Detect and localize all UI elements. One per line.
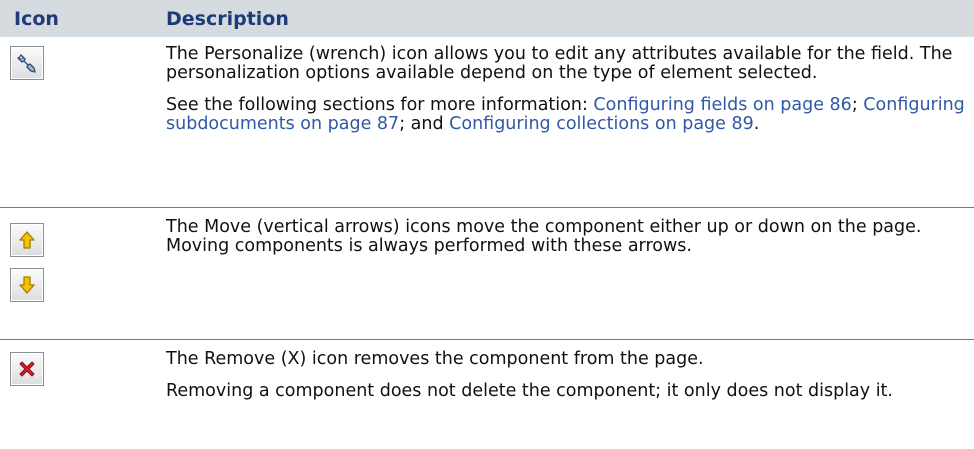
- icon-description-table: Icon Description The Personalize (wrench…: [0, 0, 974, 449]
- icon-cell-move: [0, 207, 152, 339]
- arrow-up-icon: [10, 222, 44, 257]
- desc-cell-remove: The Remove (X) icon removes the componen…: [152, 339, 974, 449]
- move-description: The Move (vertical arrows) icons move th…: [166, 216, 922, 256]
- see-also-end: .: [753, 114, 760, 134]
- personalize-see-also: See the following sections for more info…: [166, 96, 966, 134]
- link-configuring-collections[interactable]: Configuring collections on page 89: [449, 114, 754, 134]
- see-also-lead: See the following sections for more info…: [166, 95, 594, 115]
- arrow-down-icon: [10, 267, 44, 302]
- header-icon: Icon: [14, 7, 59, 30]
- icon-cell-remove: [0, 339, 152, 449]
- table-header-row: Icon Description: [0, 0, 974, 37]
- table-row-personalize: The Personalize (wrench) icon allows you…: [0, 37, 974, 207]
- icon-cell-personalize: [0, 37, 152, 207]
- header-description: Description: [166, 7, 289, 30]
- table-row-remove: The Remove (X) icon removes the componen…: [0, 339, 974, 449]
- desc-cell-move: The Move (vertical arrows) icons move th…: [152, 207, 974, 339]
- see-also-sep1: ;: [851, 95, 864, 115]
- wrench-icon: [10, 46, 44, 80]
- link-configuring-fields[interactable]: Configuring fields on page 86: [593, 95, 851, 115]
- desc-cell-personalize: The Personalize (wrench) icon allows you…: [152, 37, 974, 207]
- personalize-description: The Personalize (wrench) icon allows you…: [166, 44, 953, 83]
- table-row-move: The Move (vertical arrows) icons move th…: [0, 207, 974, 339]
- remove-note: Removing a component does not delete the…: [166, 380, 893, 401]
- remove-description: The Remove (X) icon removes the componen…: [166, 348, 704, 369]
- see-also-sep2: ; and: [399, 114, 450, 134]
- remove-x-icon: [10, 351, 44, 386]
